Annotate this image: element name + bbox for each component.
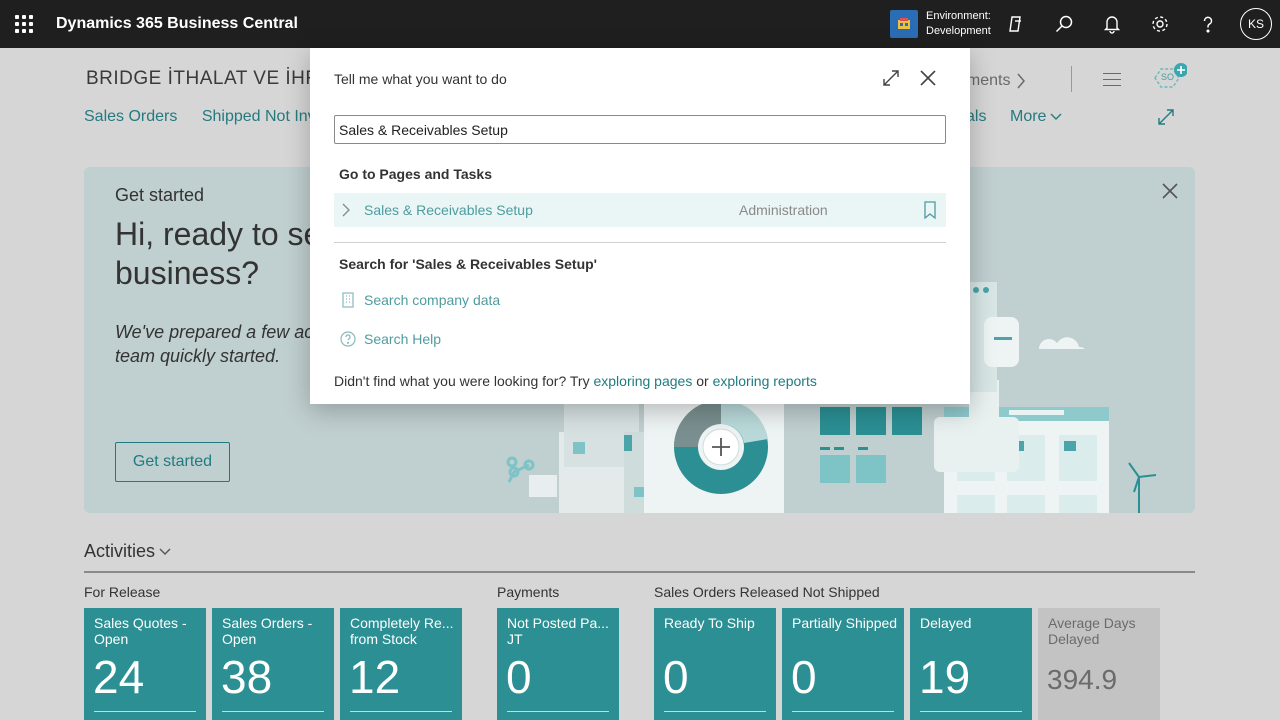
tile-value: 12 <box>349 651 401 703</box>
companion-badge: SO <box>1161 72 1175 82</box>
chevron-right-icon <box>1017 73 1026 89</box>
tile-value: 0 <box>663 651 689 703</box>
search-company-label: Search company data <box>364 292 501 308</box>
tile-delayed[interactable]: Delayed 19 <box>910 608 1032 720</box>
tile-underline <box>920 711 1022 712</box>
nav-sales-orders[interactable]: Sales Orders <box>84 108 177 125</box>
environment-icon <box>890 10 918 38</box>
nav-shipped-not-invoiced[interactable]: Shipped Not Inv <box>202 108 316 125</box>
dialog-divider <box>334 242 946 243</box>
dialog-title: Tell me what you want to do <box>334 71 507 87</box>
search-company-data-link[interactable]: Search company data <box>340 292 500 308</box>
gear-icon[interactable] <box>1148 12 1172 36</box>
waffle-icon[interactable] <box>0 0 48 48</box>
tile-completely-reserved[interactable]: Completely Re... from Stock 12 <box>340 608 462 720</box>
expand-icon[interactable] <box>882 69 900 92</box>
focus-mode-icon[interactable] <box>1157 108 1175 131</box>
group-for-release: For Release <box>84 584 161 600</box>
tile-sales-quotes-open[interactable]: Sales Quotes - Open 24 <box>84 608 206 720</box>
tile-label: Partially Shipped <box>792 615 898 631</box>
search-help-label: Search Help <box>364 331 442 347</box>
group-payments: Payments <box>497 584 560 600</box>
activities-heading[interactable]: Activities <box>84 541 171 562</box>
chevron-down-icon <box>159 548 171 555</box>
companion-button[interactable]: SO <box>1151 62 1188 92</box>
tile-sales-orders-open[interactable]: Sales Orders - Open 38 <box>212 608 334 720</box>
bell-icon[interactable] <box>1100 12 1124 36</box>
close-banner-icon[interactable] <box>1161 182 1179 205</box>
tile-value: 38 <box>221 651 273 703</box>
tile-underline <box>350 711 452 712</box>
navigation-bar: Sales Orders Shipped Not Inv <box>84 108 336 126</box>
close-icon[interactable] <box>919 69 937 92</box>
tell-me-dialog: Tell me what you want to do Go to Pages … <box>310 48 970 404</box>
nav-more[interactable]: More <box>1010 108 1062 126</box>
tile-underline <box>222 711 324 712</box>
env-value: Development <box>926 25 991 37</box>
tile-value: 0 <box>791 651 817 703</box>
app-title[interactable]: Dynamics 365 Business Central <box>56 15 298 33</box>
chevron-down-icon <box>1050 113 1062 120</box>
tile-value: 19 <box>919 651 971 703</box>
building-icon <box>340 292 356 308</box>
dialog-footer: Didn't find what you were looking for? T… <box>334 373 817 389</box>
search-result-row[interactable]: Sales & Receivables Setup Administration <box>334 193 946 227</box>
result-label[interactable]: Sales & Receivables Setup <box>364 202 533 218</box>
activities-divider <box>84 571 1195 573</box>
tile-label: Delayed <box>920 615 972 631</box>
env-label: Environment: <box>926 10 991 22</box>
tile-value: 0 <box>506 651 532 703</box>
tile-label: Not Posted Pa... JT <box>507 615 609 647</box>
company-name: BRIDGE İTHALAT VE İHRA <box>86 68 333 89</box>
pages-tasks-heading: Go to Pages and Tasks <box>339 166 493 182</box>
nav-more-label: More <box>1010 108 1047 125</box>
tell-me-search-input[interactable] <box>334 115 946 144</box>
tile-average-days-delayed[interactable]: Average Days Delayed 394.9 <box>1038 608 1160 720</box>
tile-underline <box>507 711 609 712</box>
exploring-pages-link[interactable]: exploring pages <box>593 373 692 389</box>
help-icon[interactable] <box>1196 12 1220 36</box>
nav-divider <box>1071 66 1072 92</box>
tile-label: Sales Orders - Open <box>222 615 313 647</box>
hamburger-menu-icon[interactable] <box>1103 73 1121 91</box>
tile-value: 394.9 <box>1047 664 1118 695</box>
top-bar: Dynamics 365 Business Central Environmen… <box>0 0 1280 48</box>
result-category: Administration <box>739 202 828 218</box>
exploring-reports-link[interactable]: exploring reports <box>713 373 817 389</box>
get-started-button[interactable]: Get started <box>115 442 230 482</box>
copilot-icon[interactable] <box>1004 12 1028 36</box>
banner-kicker: Get started <box>115 185 205 205</box>
search-for-heading: Search for 'Sales & Receivables Setup' <box>339 256 597 272</box>
user-avatar[interactable]: KS <box>1240 8 1272 40</box>
tile-underline <box>94 711 196 712</box>
footer-or: or <box>696 373 709 389</box>
tile-label: Ready To Ship <box>664 615 755 631</box>
tile-underline <box>664 711 766 712</box>
tile-label: Sales Quotes - Open <box>94 615 187 647</box>
bookmark-icon[interactable] <box>923 201 937 219</box>
chevron-right-icon[interactable] <box>342 203 350 217</box>
tile-ready-to-ship[interactable]: Ready To Ship 0 <box>654 608 776 720</box>
help-circle-icon <box>340 331 356 347</box>
tile-not-posted-payments[interactable]: Not Posted Pa... JT 0 <box>497 608 619 720</box>
tile-value: 24 <box>93 651 145 703</box>
environment-indicator[interactable]: Environment: Development <box>890 9 991 39</box>
footer-text: Didn't find what you were looking for? T… <box>334 373 590 389</box>
tile-label: Average Days Delayed <box>1048 615 1136 647</box>
tile-partially-shipped[interactable]: Partially Shipped 0 <box>782 608 904 720</box>
search-icon[interactable] <box>1052 12 1076 36</box>
tile-underline <box>792 711 894 712</box>
tile-label: Completely Re... from Stock <box>350 615 454 647</box>
group-released-not-shipped: Sales Orders Released Not Shipped <box>654 584 880 600</box>
search-help-link[interactable]: Search Help <box>340 331 441 347</box>
activities-title: Activities <box>84 541 156 561</box>
